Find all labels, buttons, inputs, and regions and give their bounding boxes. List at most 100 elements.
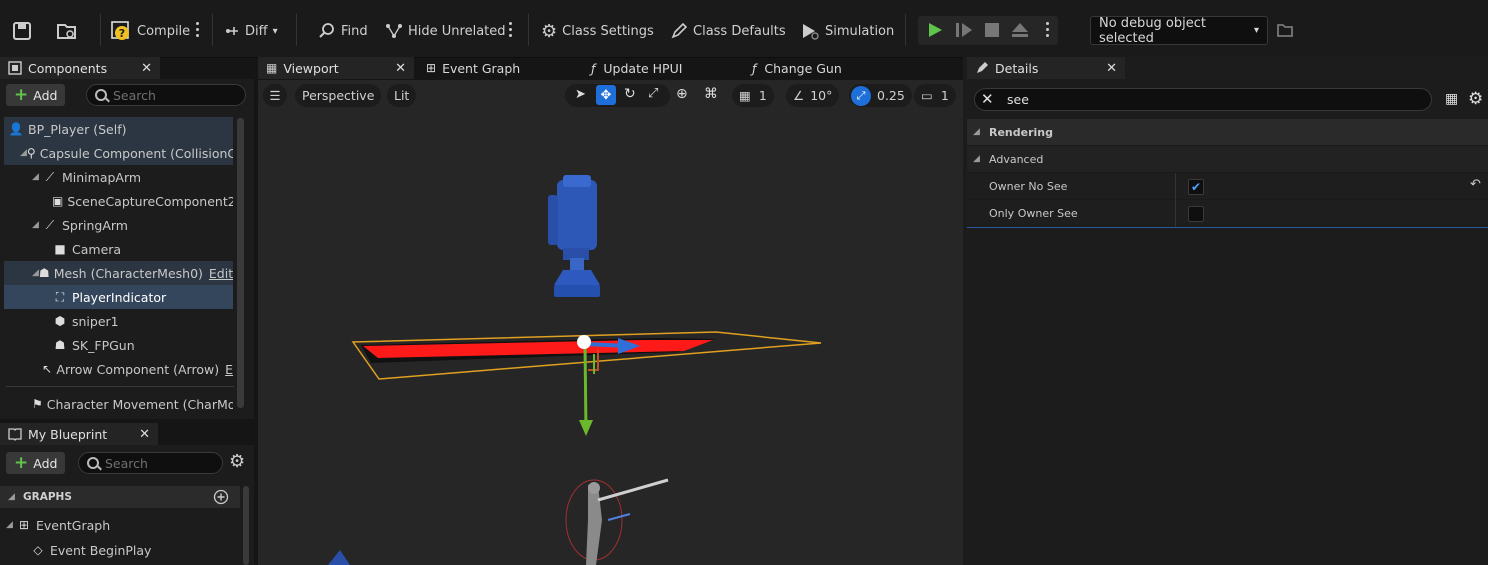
save-icon[interactable] <box>12 18 32 44</box>
tree-item-mesh[interactable]: ◢ ☗ Mesh (CharacterMesh0) Edit <box>4 261 233 285</box>
plus-icon: + <box>14 452 29 473</box>
tree-item-label: PlayerIndicator <box>72 289 167 305</box>
tree-item-label: sniper1 <box>72 313 119 329</box>
tree-item-minimaparm[interactable]: ◢ ⟋ MinimapArm <box>4 165 233 189</box>
gear-icon: ⚙ <box>541 20 558 42</box>
components-scrollbar[interactable] <box>237 118 244 408</box>
expanded-icon: ◢ <box>32 172 39 182</box>
tab-details[interactable]: Details ✕ <box>967 57 1125 79</box>
owner-no-see-checkbox[interactable]: ✔ <box>1188 179 1204 195</box>
tree-item-arrow[interactable]: ↖ Arrow Component (Arrow) E <box>4 357 233 381</box>
tree-item-label: Mesh (CharacterMesh0) <box>53 265 203 281</box>
tree-item-capsule[interactable]: ◢ ⚲ Capsule Component (CollisionC <box>4 141 233 165</box>
gear-icon[interactable]: ⚙ <box>229 451 245 472</box>
debug-browse-icon[interactable] <box>1276 21 1294 39</box>
property-label: Owner No See <box>989 179 1068 193</box>
components-search-input[interactable]: Search <box>86 84 246 106</box>
components-add-button[interactable]: + Add <box>6 84 66 106</box>
tree-item-springarm[interactable]: ◢ ⟋ SpringArm <box>4 213 233 237</box>
play-options-icon[interactable] <box>1045 20 1049 38</box>
close-icon[interactable]: ✕ <box>139 427 150 442</box>
chevron-down-icon: ▾ <box>1253 25 1259 36</box>
graphs-section-header[interactable]: ◢ GRAPHS <box>0 486 240 508</box>
book-icon <box>8 428 22 441</box>
camera-icon: ■ <box>54 242 66 256</box>
tab-change-gun[interactable]: ƒ Change Gun <box>746 57 896 79</box>
movement-icon: ⚑ <box>32 397 43 411</box>
components-tab-label: Components <box>28 60 108 76</box>
property-row-only-owner-see: Only Owner See <box>967 200 1488 227</box>
tree-item-character-movement[interactable]: ⚑ Character Movement (CharMov <box>4 392 233 416</box>
details-search-input[interactable]: see <box>974 88 1432 111</box>
tree-item-playerindicator[interactable]: ⛶ PlayerIndicator <box>4 285 233 309</box>
play-icon[interactable] <box>926 21 944 39</box>
hide-unrelated-button[interactable]: Hide Unrelated <box>385 18 506 44</box>
blueprint-scrollbar[interactable] <box>243 486 249 565</box>
gear-icon[interactable]: ⚙ <box>1468 89 1483 109</box>
blueprint-add-button[interactable]: + Add <box>6 452 66 474</box>
close-icon[interactable]: ✕ <box>1106 61 1117 76</box>
blueprint-search-placeholder: Search <box>105 455 148 471</box>
tree-item-sk-fpgun[interactable]: ☗ SK_FPGun <box>4 333 233 357</box>
tab-viewport[interactable]: ▦ Viewport ✕ <box>258 57 414 79</box>
class-settings-button[interactable]: ⚙ Class Settings <box>541 18 654 44</box>
components-search-placeholder: Search <box>113 87 156 103</box>
clear-search-icon[interactable]: ✕ <box>981 90 994 108</box>
capsule-icon: ⚲ <box>26 146 36 160</box>
tree-item-scenecapture[interactable]: ▣ SceneCaptureComponent2I <box>4 189 233 213</box>
tree-item-label: MinimapArm <box>62 169 142 185</box>
tab-event-graph[interactable]: ⊞ Event Graph <box>420 57 580 79</box>
components-add-label: Add <box>33 87 58 103</box>
person-icon: 👤 <box>8 122 24 136</box>
edit-link[interactable]: Edit <box>209 266 233 281</box>
diff-button[interactable]: Diff ▾ <box>224 18 278 44</box>
tab-update-hpui[interactable]: ƒ Update HPUI <box>585 57 735 79</box>
static-mesh-icon: ⬢ <box>54 314 66 328</box>
hide-unrelated-options-icon[interactable] <box>508 20 512 38</box>
close-icon[interactable]: ✕ <box>395 61 406 76</box>
tree-item-eventgraph[interactable]: ◢ ⊞ EventGraph <box>4 513 233 537</box>
column-divider <box>1175 173 1176 200</box>
tree-item-sniper1[interactable]: ⬢ sniper1 <box>4 309 233 333</box>
compile-warning-icon: ? <box>111 21 129 40</box>
advanced-subsection-header[interactable]: ◢ Advanced <box>967 146 1488 173</box>
compile-options-icon[interactable] <box>195 20 199 38</box>
stop-icon[interactable] <box>984 22 1000 38</box>
tree-item-beginplay[interactable]: ◇ Event BeginPlay <box>4 538 233 562</box>
reset-to-default-icon[interactable]: ↶ <box>1470 177 1481 192</box>
tab-my-blueprint[interactable]: My Blueprint ✕ <box>0 423 158 445</box>
components-divider <box>6 386 234 387</box>
diff-icon <box>226 27 238 35</box>
tab-components[interactable]: Components ✕ <box>0 57 160 79</box>
only-owner-see-checkbox[interactable] <box>1188 206 1204 222</box>
blueprint-search-input[interactable]: Search <box>78 452 223 474</box>
check-icon: ✔ <box>1190 180 1202 194</box>
arrow-icon: ↖ <box>42 362 53 376</box>
simulation-button[interactable]: Simulation <box>800 18 894 44</box>
find-button[interactable]: Find <box>318 18 368 44</box>
image-icon: ▣ <box>52 194 64 208</box>
simulation-icon <box>803 24 819 40</box>
details-icon <box>977 62 988 73</box>
viewport[interactable]: ☰ Perspective Lit ➤ ✥ ↻ ⤢ ⊕ ⌘ ▦ 1 ∠ 10° … <box>258 80 963 565</box>
tree-item-label: EventGraph <box>36 517 111 533</box>
chevron-down-icon: ▾ <box>272 25 278 37</box>
edit-link[interactable]: E <box>225 362 233 377</box>
debug-object-select[interactable]: No debug object selected ▾ <box>1090 16 1268 46</box>
tree-item-camera[interactable]: ■ Camera <box>4 237 233 261</box>
tree-item-label: Arrow Component (Arrow) <box>56 361 220 377</box>
graph-icon: ⊞ <box>18 518 30 532</box>
class-defaults-button[interactable]: Class Defaults <box>670 18 786 44</box>
tree-item-bp-player[interactable]: 👤 BP_Player (Self) <box>4 117 233 141</box>
rendering-section-header[interactable]: ◢ Rendering <box>967 119 1488 146</box>
step-icon[interactable] <box>954 21 974 39</box>
close-icon[interactable]: ✕ <box>141 61 152 76</box>
character-mesh <box>565 478 669 565</box>
table-view-icon[interactable]: ▦ <box>1445 91 1458 107</box>
add-graph-icon[interactable] <box>213 489 229 505</box>
class-defaults-icon <box>671 22 688 39</box>
expanded-icon: ◢ <box>32 268 39 278</box>
browse-icon[interactable] <box>56 18 78 44</box>
eject-icon[interactable] <box>1010 21 1030 39</box>
compile-button[interactable]: ? Compile <box>110 18 190 44</box>
